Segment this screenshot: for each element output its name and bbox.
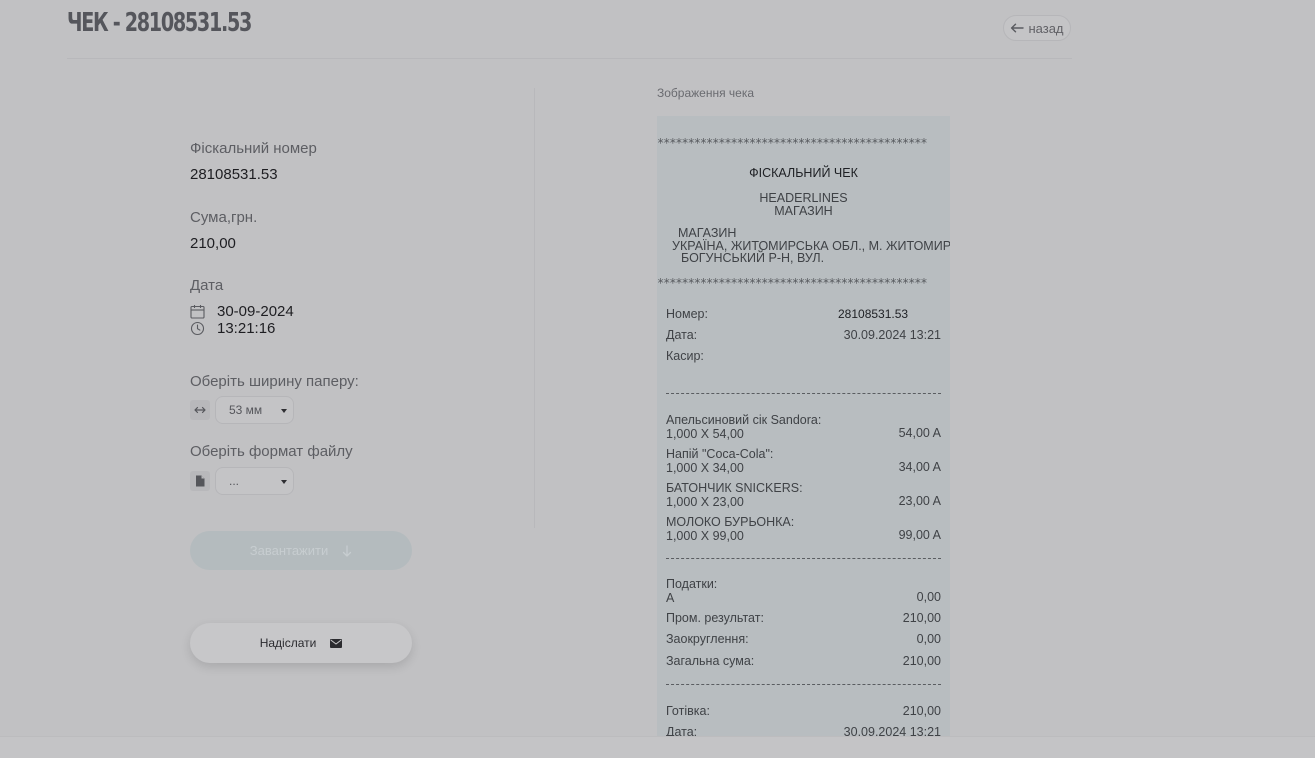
sum-label: Сума,грн. (190, 209, 258, 226)
receipt-taxes-label: Податки: (666, 577, 718, 591)
receipt-divider (666, 684, 941, 685)
receipt-item-name: МОЛОКО БУРЬОНКА: (666, 515, 795, 529)
receipt-item: Апельсиновий сік Sandora: 1,000 X 54,00 … (666, 413, 941, 441)
envelope-icon (330, 638, 343, 648)
receipt-item-name: БАТОНЧИК SNICKERS: (666, 481, 803, 495)
page-title: ЧЕК - 28108531.53 (67, 8, 252, 38)
receipt-date2-label: Дата: (666, 725, 698, 736)
paper-width-label: Оберіть ширину паперу: (190, 373, 359, 390)
receipt-image: ****************************************… (657, 116, 950, 736)
file-format-select[interactable]: ... (215, 467, 294, 495)
receipt-number-value: 28108531.53 (838, 307, 909, 321)
column-divider (534, 88, 535, 528)
clock-icon (190, 321, 205, 336)
receipt-header-line-1: HEADERLINES (759, 191, 848, 205)
bottom-bar (0, 736, 1315, 758)
chevron-down-icon (281, 480, 287, 484)
receipt-item-sum: 99,00 A (898, 528, 941, 542)
download-button[interactable]: Завантажити (190, 531, 412, 570)
receipt-cashier-row: Касир: (666, 349, 941, 363)
width-icon (190, 400, 210, 420)
fiscal-number-value: 28108531.53 (190, 166, 278, 183)
back-button[interactable]: назад (1003, 15, 1071, 41)
receipt-date-row: Дата: 30.09.2024 13:21 (666, 328, 941, 342)
receipt-number-label: Номер: (666, 307, 708, 321)
receipt-date-value: 30.09.2024 13:21 (843, 328, 941, 342)
receipt-item-name: Напій "Coca-Cola": (666, 447, 774, 461)
receipt-subtotal-label: Пром. результат: (666, 611, 764, 625)
file-icon (190, 471, 210, 491)
download-button-label: Завантажити (249, 543, 329, 558)
arrow-down-icon (343, 544, 352, 557)
receipt-title: ФІСКАЛЬНИЙ ЧЕК (749, 166, 858, 180)
back-button-label: назад (1028, 20, 1064, 36)
receipt-tax-a-value: 0,00 (916, 590, 941, 604)
receipt-divider (666, 558, 941, 559)
receipt-subtotal-value: 210,00 (902, 611, 941, 625)
receipt-rounding-value: 0,00 (916, 632, 941, 646)
chevron-down-icon (281, 409, 287, 413)
receipt-subtotal-row: Пром. результат: 210,00 (666, 611, 941, 625)
receipt-stars-top: ****************************************… (657, 136, 928, 150)
receipt-item: МОЛОКО БУРЬОНКА: 1,000 X 99,00 99,00 A (666, 515, 941, 543)
receipt-rounding-row: Заокруглення: 0,00 (666, 632, 941, 646)
receipt-header-line-2: МАГАЗИН (774, 204, 833, 218)
receipt-tax-a-label: A (666, 591, 675, 605)
file-format-value: ... (229, 474, 240, 488)
receipt-item-sum: 23,00 A (898, 494, 941, 508)
receipt-cash-value: 210,00 (902, 704, 941, 718)
receipt-address-line-2: БОГУНСЬКИЙ Р-Н, ВУЛ. (681, 251, 825, 265)
date-label: Дата (190, 277, 224, 294)
receipt-date2-row: Дата: 30.09.2024 13:21 (666, 725, 941, 736)
file-format-label: Оберіть формат файлу (190, 443, 353, 460)
receipt-item-sum: 54,00 A (898, 426, 941, 440)
sum-value: 210,00 (190, 235, 236, 252)
send-button[interactable]: Надіслати (190, 623, 412, 663)
header-divider (67, 58, 1072, 59)
calendar-icon (190, 305, 205, 319)
receipt-rounding-label: Заокруглення: (666, 632, 749, 646)
receipt-date-label: Дата: (666, 328, 698, 342)
receipt-total-row: Загальна сума: 210,00 (666, 654, 941, 668)
receipt-item: Напій "Coca-Cola": 1,000 X 34,00 34,00 A (666, 447, 941, 475)
time-value: 13:21:16 (217, 320, 276, 337)
receipt-cash-row: Готівка: 210,00 (666, 704, 941, 718)
receipt-caption: Зображення чека (657, 86, 755, 100)
receipt-cashier-label: Касир: (666, 349, 704, 363)
send-button-label: Надіслати (259, 636, 317, 650)
date-row: 30-09-2024 (190, 303, 294, 320)
receipt-cash-label: Готівка: (666, 704, 710, 718)
receipt-item: БАТОНЧИК SNICKERS: 1,000 X 23,00 23,00 A (666, 481, 941, 509)
arrow-left-icon (1011, 23, 1025, 33)
receipt-taxes-row: Податки: A 0,00 (666, 577, 941, 605)
paper-width-select[interactable]: 53 мм (215, 396, 294, 424)
receipt-stars-middle: ****************************************… (657, 276, 928, 290)
receipt-total-label: Загальна сума: (666, 654, 755, 668)
receipt-shop-name: МАГАЗИН (678, 226, 737, 240)
paper-width-value: 53 мм (229, 403, 263, 417)
time-row: 13:21:16 (190, 320, 275, 337)
receipt-date2-value: 30.09.2024 13:21 (843, 725, 941, 736)
receipt-number-row: Номер: 28108531.53 (666, 307, 941, 321)
receipt-total-value: 210,00 (902, 654, 941, 668)
receipt-item-sum: 34,00 A (898, 460, 941, 474)
receipt-item-name: Апельсиновий сік Sandora: (666, 413, 822, 427)
fiscal-number-label: Фіскальний номер (190, 140, 317, 157)
receipt-divider (666, 393, 941, 394)
date-value: 30-09-2024 (217, 303, 294, 320)
